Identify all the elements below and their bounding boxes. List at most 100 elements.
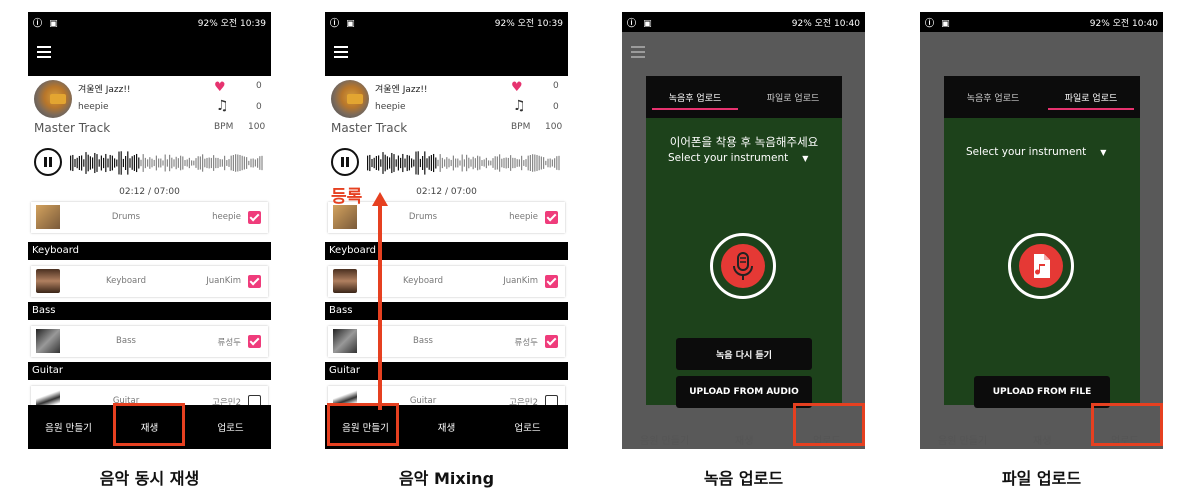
upload-dialog: 녹음후 업로드 파일로 업로드 Select your instrument ▼ … xyxy=(944,76,1140,408)
heart-icon[interactable]: ♥ xyxy=(511,80,523,95)
track-instrument: Drums xyxy=(408,212,438,222)
status-bar: ⓘ ▣ 92% 오전 10:39 xyxy=(28,12,271,32)
tab-make[interactable]: 음원 만들기 xyxy=(28,405,109,449)
track-instrument: Drums xyxy=(111,212,141,222)
master-track-label: Master Track xyxy=(331,121,408,135)
status-icons: ⓘ ▣ xyxy=(627,18,654,29)
instrument-select-value: Select your instrument xyxy=(668,152,789,164)
menu-icon[interactable] xyxy=(37,46,51,58)
status-right: 92% 오전 10:40 xyxy=(791,18,860,29)
section-header: Keyboard xyxy=(325,242,568,260)
track-checkbox[interactable] xyxy=(545,335,558,348)
upload-tabs: 녹음후 업로드 파일로 업로드 xyxy=(944,76,1140,118)
bg-tab-make: 음원 만들기 xyxy=(938,436,988,447)
track-header: 겨울엔 Jazz!! heepie Master Track ♥ 0 ♫ 0 B… xyxy=(28,76,271,206)
dropdown-arrow-icon: ▼ xyxy=(1100,148,1107,157)
drums-thumb xyxy=(333,205,357,229)
register-label: 등록 xyxy=(331,187,363,207)
music-note-icon[interactable]: ♫ xyxy=(216,98,229,114)
instrument-select[interactable]: Select your instrument ▼ xyxy=(966,146,1106,158)
track-list: Drums heepie Keyboard Keyboard JuanKim B… xyxy=(28,202,271,417)
section-header: Bass xyxy=(28,302,271,320)
audio-file-icon xyxy=(1019,244,1063,288)
upload-audio-button[interactable]: UPLOAD FROM AUDIO xyxy=(676,376,812,408)
avatar xyxy=(34,80,72,118)
status-icons: ⓘ ▣ xyxy=(330,18,357,29)
tab-record-upload[interactable]: 녹음후 업로드 xyxy=(646,76,744,118)
tab-record-upload[interactable]: 녹음후 업로드 xyxy=(944,76,1042,118)
tab-file-upload[interactable]: 파일로 업로드 xyxy=(744,76,842,118)
track-user: heepie xyxy=(509,212,538,222)
instrument-select[interactable]: Select your instrument ▼ xyxy=(668,152,808,164)
dropdown-arrow-icon: ▼ xyxy=(802,154,809,163)
track-user: heepie xyxy=(212,212,241,222)
track-instrument: Bass xyxy=(413,336,433,346)
track-checkbox[interactable] xyxy=(248,275,261,288)
status-bar: ⓘ ▣ 92% 오전 10:40 xyxy=(622,12,865,32)
list-item[interactable]: Keyboard JuanKim xyxy=(31,266,268,297)
master-track-label: Master Track xyxy=(34,121,111,135)
upload-file-button[interactable]: UPLOAD FROM FILE xyxy=(974,376,1110,408)
list-item[interactable]: Bass 류성두 xyxy=(31,326,268,357)
bpm-value: 100 xyxy=(248,122,266,132)
track-checkbox[interactable] xyxy=(248,335,261,348)
music-note-icon[interactable]: ♫ xyxy=(513,98,526,114)
song-title: 겨울엔 Jazz!! xyxy=(78,85,131,95)
tab-upload[interactable]: 업로드 xyxy=(487,405,568,449)
menu-icon[interactable] xyxy=(334,46,348,58)
note-count: 0 xyxy=(256,102,262,112)
tab-upload[interactable]: 업로드 xyxy=(190,405,271,449)
bpm-value: 100 xyxy=(545,122,563,132)
pause-icon[interactable] xyxy=(34,148,62,176)
track-checkbox[interactable] xyxy=(545,211,558,224)
bass-thumb xyxy=(36,329,60,353)
track-instrument: Bass xyxy=(116,336,136,346)
tab-file-upload[interactable]: 파일로 업로드 xyxy=(1042,76,1140,118)
screen-file-upload: ⓘ ▣ 92% 오전 10:40 음원 만들기 재생 업로드 녹음후 업로드 파… xyxy=(920,12,1163,449)
upload-tabs: 녹음후 업로드 파일로 업로드 xyxy=(646,76,842,118)
track-instrument: Keyboard xyxy=(403,276,443,286)
bg-tab-play: 재생 xyxy=(1033,436,1052,447)
track-user: JuanKim xyxy=(206,276,241,286)
list-item[interactable]: Bass 류성두 xyxy=(328,326,565,357)
status-bar: ⓘ ▣ 92% 오전 10:39 xyxy=(325,12,568,32)
like-count: 0 xyxy=(553,81,559,91)
caption-playback: 음악 동시 재생 xyxy=(99,469,200,488)
choose-file-button[interactable] xyxy=(1008,233,1074,299)
section-header: Guitar xyxy=(325,362,568,380)
tab-play[interactable]: 재생 xyxy=(406,405,487,449)
status-right: 92% 오전 10:39 xyxy=(197,18,266,29)
list-item[interactable]: Keyboard JuanKim xyxy=(328,266,565,297)
note-count: 0 xyxy=(553,102,559,112)
playback-time: 02:12 / 07:00 xyxy=(119,187,180,197)
highlight-make xyxy=(327,403,399,446)
record-button[interactable] xyxy=(710,233,776,299)
list-item[interactable]: Drums heepie xyxy=(328,202,565,233)
caption-record-upload: 녹음 업로드 xyxy=(703,469,784,488)
list-item[interactable]: Drums heepie xyxy=(31,202,268,233)
track-user: 류성두 xyxy=(217,338,241,348)
section-header: Guitar xyxy=(28,362,271,380)
highlight-play xyxy=(113,403,185,446)
waveform[interactable] xyxy=(367,151,562,175)
track-checkbox[interactable] xyxy=(248,211,261,224)
status-bar: ⓘ ▣ 92% 오전 10:40 xyxy=(920,12,1163,32)
like-count: 0 xyxy=(256,81,262,91)
status-icons: ⓘ ▣ xyxy=(925,18,952,29)
section-header: Keyboard xyxy=(28,242,271,260)
app-bar xyxy=(325,32,568,76)
heart-icon[interactable]: ♥ xyxy=(214,80,226,95)
status-right: 92% 오전 10:39 xyxy=(494,18,563,29)
caption-file-upload: 파일 업로드 xyxy=(1001,469,1082,488)
pause-icon[interactable] xyxy=(331,148,359,176)
track-instrument: Keyboard xyxy=(106,276,146,286)
track-checkbox[interactable] xyxy=(545,275,558,288)
status-icons: ⓘ ▣ xyxy=(33,18,60,29)
track-user: 류성두 xyxy=(514,338,538,348)
bg-tab-make: 음원 만들기 xyxy=(640,436,690,447)
waveform[interactable] xyxy=(70,151,265,175)
status-right: 92% 오전 10:40 xyxy=(1089,18,1158,29)
microphone-icon xyxy=(721,244,765,288)
replay-button[interactable]: 녹음 다시 듣기 xyxy=(676,338,812,370)
menu-icon xyxy=(631,46,645,58)
